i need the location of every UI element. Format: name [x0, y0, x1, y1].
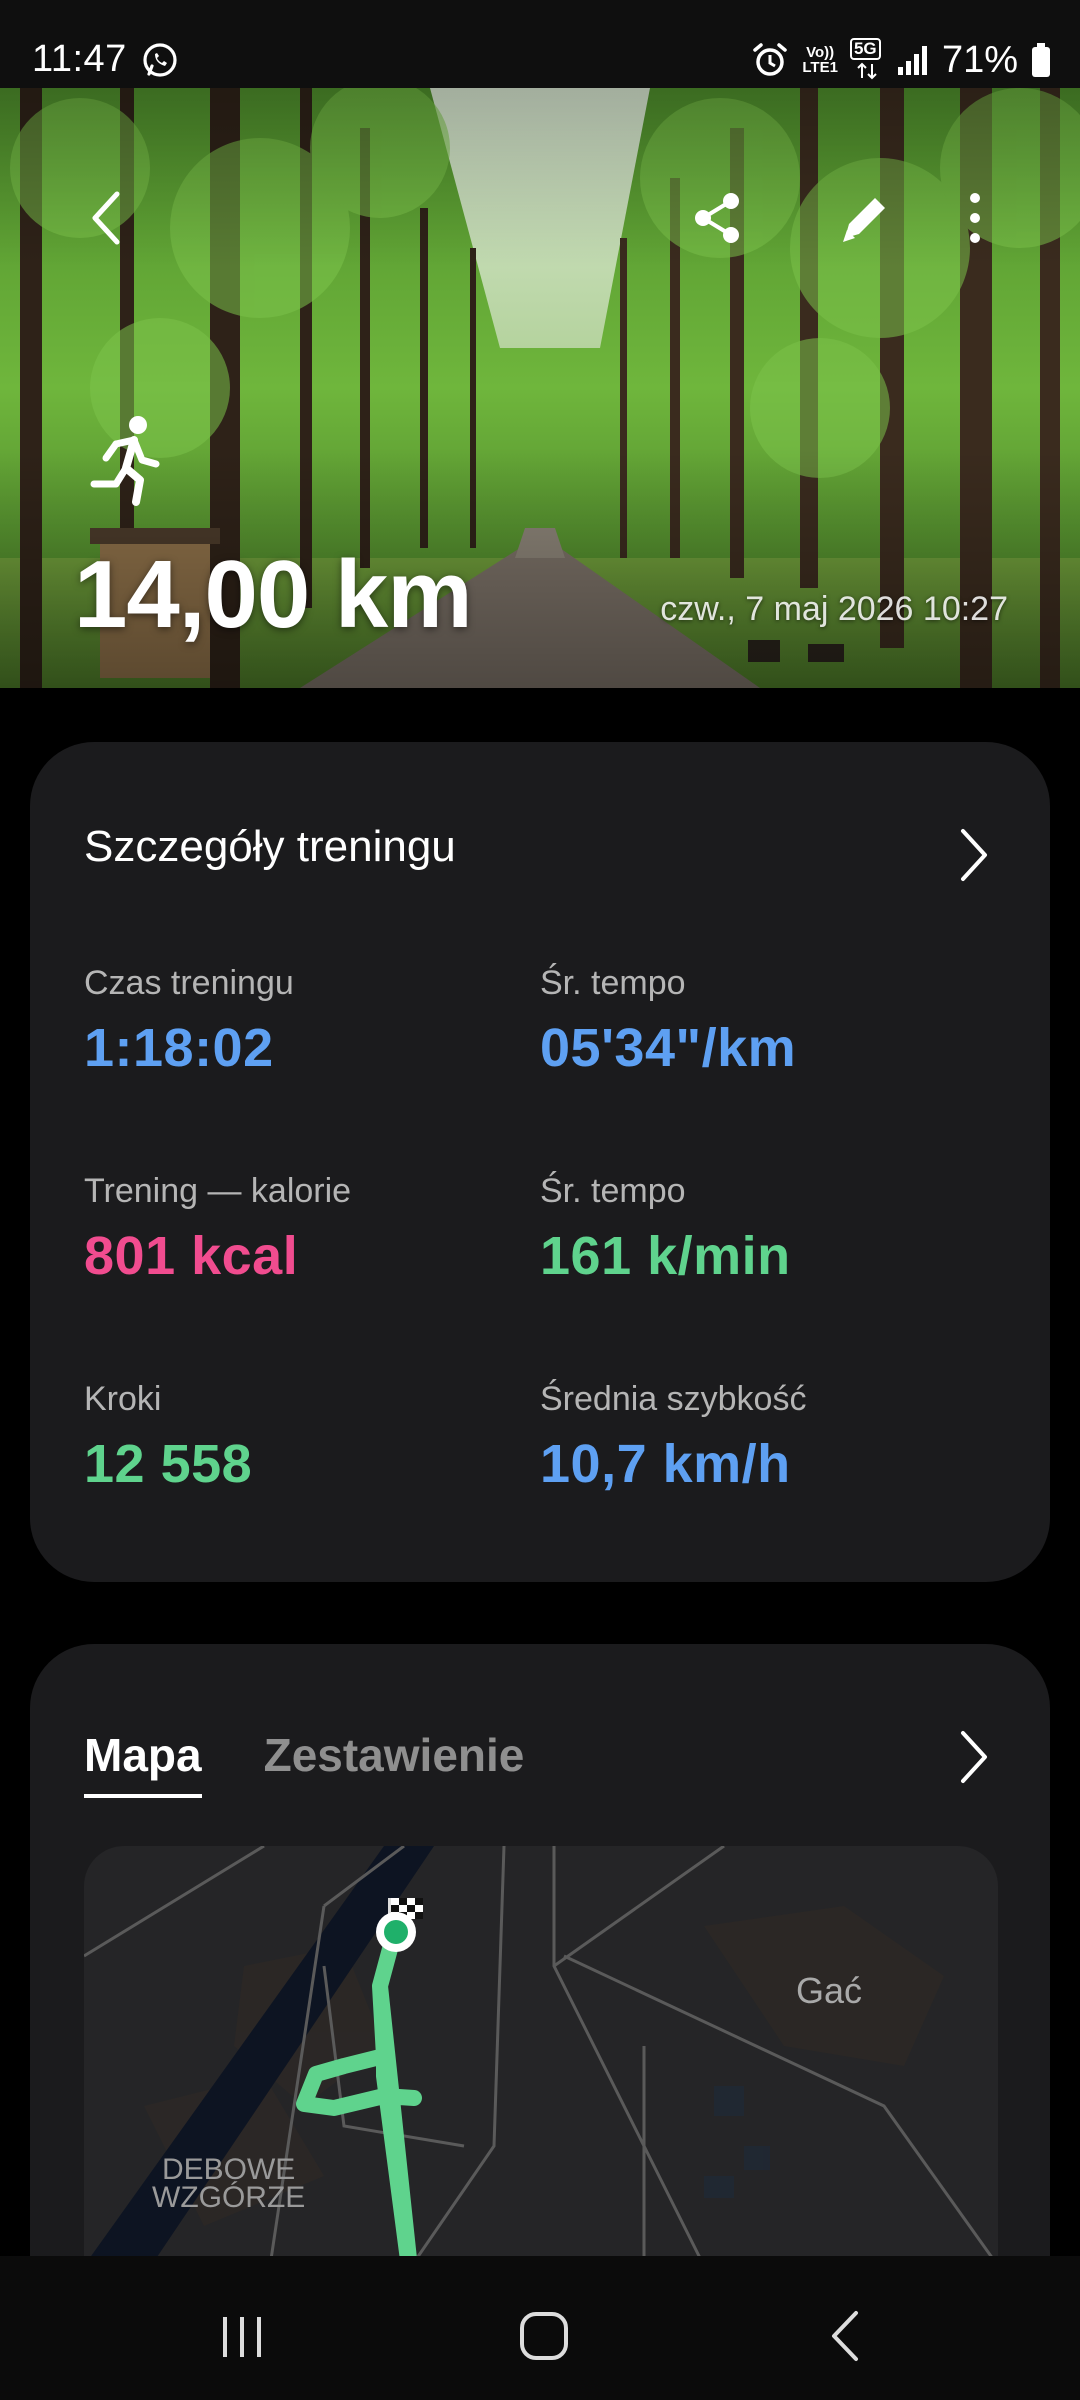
back-icon	[92, 191, 120, 245]
volte-bottom: LTE1	[802, 59, 838, 76]
stat-label: Średnia szybkość	[540, 1380, 807, 1418]
stat-steps: Kroki 12 558	[84, 1380, 252, 1495]
network-indicator: 5G	[849, 38, 884, 82]
workout-distance: 14,00 km	[74, 541, 473, 648]
more-icon	[970, 193, 980, 243]
volte-indicator: Vo)) LTE1	[802, 45, 838, 75]
chevron-right-icon	[961, 1731, 987, 1783]
home-icon	[520, 2312, 568, 2360]
edit-button[interactable]	[825, 178, 905, 258]
map-expand-button[interactable]	[944, 1722, 1004, 1792]
stat-avg-cadence: Śr. tempo 161 k/min	[540, 1172, 791, 1287]
tab-map[interactable]: Mapa	[84, 1728, 202, 1798]
stat-value: 12 558	[84, 1434, 253, 1494]
recents-button[interactable]	[202, 2296, 282, 2376]
details-expand-button[interactable]	[944, 820, 1004, 890]
system-navigation-bar	[0, 2256, 1080, 2400]
map-card: Mapa Zestawienie Gać DEBOWE WZGÓRZE	[30, 1644, 1050, 2264]
running-person-icon	[90, 416, 160, 506]
chevron-right-icon	[961, 829, 987, 881]
place-label-debowe-wzgorze: DEBOWE WZGÓRZE	[152, 2153, 306, 2214]
place-label-line-2: WZGÓRZE	[152, 2181, 306, 2214]
workout-datetime: czw., 7 maj 2026 10:27	[660, 590, 1008, 628]
stat-value: 1:18:02	[84, 1018, 274, 1078]
stat-label: Śr. tempo	[540, 964, 686, 1002]
stat-label: Czas treningu	[84, 964, 294, 1002]
volte-top: Vo))	[806, 44, 835, 61]
system-back-button[interactable]	[806, 2296, 886, 2376]
whatsapp-icon	[143, 43, 177, 77]
stat-label: Kroki	[84, 1380, 162, 1418]
edit-icon	[843, 198, 885, 242]
back-icon	[832, 2311, 858, 2361]
stat-value: 10,7 km/h	[540, 1434, 791, 1494]
share-icon	[695, 193, 739, 243]
stat-avg-pace: Śr. tempo 05'34"/km	[540, 964, 796, 1079]
stat-workout-time: Czas treningu 1:18:02	[84, 964, 294, 1079]
status-bar: 11:47 Vo)) LTE1 5G 71%	[0, 0, 1080, 88]
tab-summary[interactable]: Zestawienie	[264, 1728, 525, 1798]
network-type: 5G	[849, 38, 881, 60]
signal-icon	[897, 46, 927, 75]
stat-label: Śr. tempo	[540, 1172, 686, 1210]
start-point-marker	[376, 1912, 416, 1952]
share-button[interactable]	[678, 178, 758, 258]
details-title: Szczegóły treningu	[84, 822, 456, 871]
place-label-gac: Gać	[796, 1970, 863, 2011]
stat-calories: Trening — kalorie 801 kcal	[84, 1172, 351, 1287]
battery-icon	[1032, 43, 1050, 77]
status-time: 11:47	[32, 38, 127, 80]
recents-icon	[223, 2317, 261, 2357]
battery-percent: 71%	[941, 38, 1018, 81]
stat-value: 801 kcal	[84, 1226, 299, 1286]
stat-value: 161 k/min	[540, 1226, 791, 1286]
workout-details-card: Szczegóły treningu Czas treningu 1:18:02…	[30, 742, 1050, 1582]
map-tabs: Mapa Zestawienie	[84, 1728, 524, 1798]
data-arrows-icon	[857, 62, 877, 80]
more-options-button[interactable]	[935, 178, 1015, 258]
hero-banner: 14,00 km czw., 7 maj 2026 10:27	[0, 88, 1080, 688]
place-label-line-1: DEBOWE	[161, 2153, 296, 2186]
status-icons: Vo)) LTE1 5G 71%	[750, 36, 1052, 84]
stat-label: Trening — kalorie	[84, 1172, 352, 1210]
alarm-icon	[753, 43, 788, 76]
route-map[interactable]: Gać DEBOWE WZGÓRZE	[84, 1846, 998, 2264]
back-button[interactable]	[65, 178, 145, 258]
home-button[interactable]	[504, 2296, 584, 2376]
stat-value: 05'34"/km	[540, 1018, 797, 1078]
stat-avg-speed: Średnia szybkość 10,7 km/h	[540, 1380, 806, 1495]
